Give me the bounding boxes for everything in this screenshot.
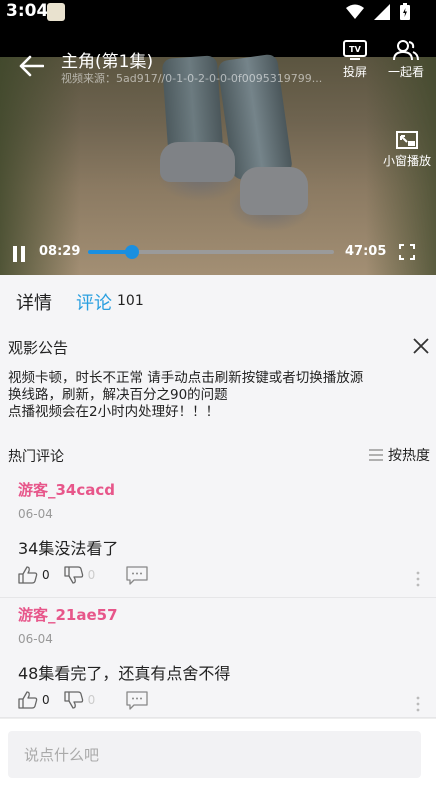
- hot-comments-title: 热门评论: [8, 449, 64, 465]
- tab-detail[interactable]: 详情: [16, 289, 52, 315]
- more-options-icon[interactable]: [415, 571, 421, 587]
- comment-input-bar: [0, 718, 436, 785]
- thumbs-up-icon: [18, 566, 38, 584]
- pause-icon[interactable]: [12, 246, 26, 262]
- video-player[interactable]: 主角(第1集) 视频来源：5ad917//0-1-0-2-0-0-0f00953…: [0, 25, 436, 275]
- battery-icon: [400, 3, 410, 20]
- comment-input[interactable]: [8, 731, 421, 778]
- reply-icon[interactable]: [125, 690, 149, 710]
- comment-username[interactable]: 游客_21ae57: [18, 604, 118, 625]
- signal-icon: [374, 3, 390, 20]
- thumbs-down-icon: [63, 566, 83, 584]
- dislike-count: 0: [87, 693, 96, 707]
- close-icon[interactable]: [412, 337, 430, 355]
- reply-icon[interactable]: [125, 565, 149, 585]
- tab-comments[interactable]: 评论: [76, 289, 112, 315]
- content-tabs: 详情 评论 101: [0, 275, 436, 325]
- app-notification-icon: [47, 3, 65, 21]
- hot-comments-header: 热门评论 按热度: [0, 435, 436, 473]
- watch-together-button[interactable]: 一起看: [388, 39, 424, 80]
- notice-body: 视频卡顿，时长不正常 请手动点击刷新按键或者切换播放源 换线路，刷新，解决百分之…: [8, 370, 428, 421]
- comment-count: 101: [117, 293, 144, 309]
- notice-title: 观影公告: [8, 339, 69, 357]
- cast-label: 投屏: [342, 65, 367, 79]
- notice-line: 点播视频会在2小时内处理好！！！: [8, 404, 220, 420]
- fullscreen-icon[interactable]: [399, 244, 415, 260]
- notice-line: 换线路，刷新，解决百分之90的问题: [8, 387, 228, 403]
- svg-text:TV: TV: [349, 45, 361, 54]
- video-title: 主角(第1集): [61, 52, 154, 72]
- seek-thumb[interactable]: [125, 245, 140, 259]
- status-bar: 3:04: [0, 0, 436, 25]
- comment-text: 48集看完了，还真有点舍不得: [18, 664, 231, 683]
- thumbs-up-icon: [18, 691, 38, 709]
- list-sort-icon: [369, 449, 383, 461]
- player-controls: 08:29 47:05: [0, 240, 436, 275]
- like-count: 0: [42, 568, 50, 582]
- comment-username[interactable]: 游客_34cacd: [18, 479, 115, 500]
- thumbs-down-icon: [63, 691, 83, 709]
- dislike-button[interactable]: 0: [63, 691, 96, 709]
- sort-label: 按热度: [388, 448, 430, 464]
- like-button[interactable]: 0: [18, 566, 50, 584]
- more-options-icon[interactable]: [415, 696, 421, 712]
- wifi-icon: [346, 4, 364, 19]
- back-arrow-icon[interactable]: [18, 55, 44, 77]
- comment-date: 06-04: [18, 507, 53, 521]
- comment-actions: 0 0: [18, 690, 149, 710]
- dislike-count: 0: [87, 568, 96, 582]
- cast-button[interactable]: TV 投屏: [342, 39, 368, 80]
- comment-item: 游客_21ae57 06-04 48集看完了，还真有点舍不得 0 0: [0, 598, 436, 718]
- comment-actions: 0 0: [18, 565, 149, 585]
- like-button[interactable]: 0: [18, 691, 50, 709]
- pip-icon: [396, 131, 418, 149]
- like-count: 0: [42, 693, 50, 707]
- sort-button[interactable]: 按热度: [369, 445, 430, 465]
- watch-together-label: 一起看: [388, 65, 425, 79]
- comment-date: 06-04: [18, 632, 53, 646]
- notice-line: 视频卡顿，时长不正常 请手动点击刷新按键或者切换播放源: [8, 370, 364, 386]
- notice-panel: 观影公告 视频卡顿，时长不正常 请手动点击刷新按键或者切换播放源 换线路，刷新，…: [0, 325, 436, 435]
- comment-text: 34集没法看了: [18, 539, 119, 558]
- dislike-button[interactable]: 0: [63, 566, 96, 584]
- pip-button[interactable]: 小窗播放: [383, 130, 431, 169]
- tv-cast-icon: TV: [343, 40, 367, 60]
- current-time: 08:29: [39, 244, 81, 259]
- video-source: 视频来源：5ad917//0-1-0-2-0-0-0f0095319799...: [61, 72, 323, 85]
- comment-item: 游客_34cacd 06-04 34集没法看了 0 0: [0, 473, 436, 598]
- status-time: 3:04: [6, 1, 49, 21]
- people-icon: [393, 40, 419, 61]
- pip-label: 小窗播放: [383, 154, 432, 168]
- seek-bar[interactable]: [88, 245, 334, 259]
- total-time: 47:05: [345, 244, 387, 259]
- system-icons: [346, 3, 410, 20]
